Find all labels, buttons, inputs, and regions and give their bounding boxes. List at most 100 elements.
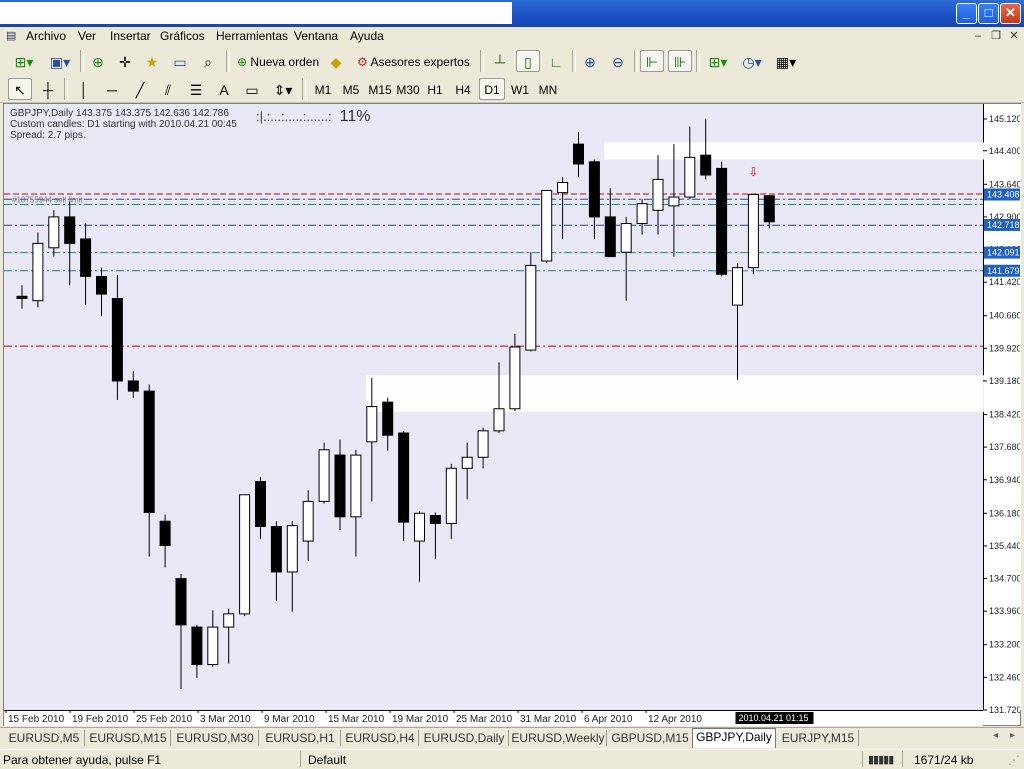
time-tick-label: 19 Mar 2010 xyxy=(392,714,449,725)
chart-window[interactable]: #10755944 sell limit ⇩ 145.120 144.400 143.6… xyxy=(3,103,1021,726)
menu-archivo[interactable]: Archivo xyxy=(26,29,66,43)
fibonacci-icon[interactable]: ☰ xyxy=(184,78,208,100)
tab-eurusd-m5[interactable]: EURUSD,M5 xyxy=(4,730,85,746)
tab-eurusd-h1[interactable]: EURUSD,H1 xyxy=(260,730,341,746)
timeframe-h4[interactable]: H4 xyxy=(450,78,476,100)
expert-advisors-button[interactable]: ⚙ Asesores expertos xyxy=(352,50,474,72)
mdi-restore-icon[interactable]: ❐ xyxy=(988,29,1004,43)
profiles-icon[interactable]: ▣▾ xyxy=(44,50,76,72)
metaeditor-icon[interactable]: ◆ xyxy=(324,50,348,72)
market-watch-icon[interactable]: ⊕ xyxy=(86,50,110,72)
timeframe-m5[interactable]: M5 xyxy=(338,78,364,100)
arrows-icon[interactable]: ⇕▾ xyxy=(268,78,298,100)
equidistant-channel-icon[interactable]: ⫽ xyxy=(156,78,180,100)
menu-ventana[interactable]: Ventana xyxy=(294,29,338,43)
close-button[interactable]: ✕ xyxy=(1000,3,1021,24)
candle-body xyxy=(143,390,155,513)
tab-eurusd-m30[interactable]: EURUSD,M30 xyxy=(172,730,259,746)
timeframe-m1[interactable]: M1 xyxy=(310,78,336,100)
timeframe-d1[interactable]: D1 xyxy=(479,78,505,100)
resize-grip-icon[interactable]: ⋰ xyxy=(1008,753,1020,767)
candle-body xyxy=(80,238,92,277)
tab-eurusd-weekly[interactable]: EURUSD,Weekly xyxy=(510,730,607,746)
supply-demand-zone xyxy=(365,375,986,412)
title-bar: _ □ ✕ xyxy=(0,0,1024,27)
price-tick-label: 139.920 xyxy=(989,343,1020,353)
price-tag-label: 141.679 xyxy=(987,266,1020,276)
price-tick-label: 137.680 xyxy=(989,442,1020,452)
menu-graficos[interactable]: Gráficos xyxy=(160,29,205,43)
data-window-icon[interactable]: ✛ xyxy=(113,50,137,72)
horizontal-line-icon[interactable]: ─ xyxy=(100,78,124,100)
tab-eurusd-m15[interactable]: EURUSD,M15 xyxy=(86,730,171,746)
candlestick-chart[interactable]: #10755944 sell limit ⇩ 145.120 144.400 143.6… xyxy=(4,104,1020,725)
new-order-button[interactable]: ⊕ Nueva orden xyxy=(232,50,322,72)
auto-scroll-icon[interactable]: ⊩ xyxy=(640,50,664,72)
crosshair-time-label: 2010.04.21 01:15 xyxy=(739,713,809,723)
document-icon[interactable]: ▤ xyxy=(6,29,16,42)
candle-body xyxy=(366,406,378,443)
price-tick-label: 140.660 xyxy=(989,311,1020,321)
templates-icon[interactable]: ▦▾ xyxy=(770,50,802,72)
price-tick-label: 138.420 xyxy=(989,409,1020,419)
candle-body xyxy=(461,456,473,469)
drawing-toolbar: ↖ ┼ │ ─ ╱ ⫽ ☰ A ▭ ⇕▾ M1 M5 M15 M30 H1 H4… xyxy=(0,76,1024,103)
strategy-tester-icon[interactable]: ⌕ xyxy=(196,50,220,72)
price-tick-label: 134.700 xyxy=(989,574,1020,584)
timeframe-w1[interactable]: W1 xyxy=(507,78,533,100)
mdi-minimize-icon[interactable]: – xyxy=(970,29,986,43)
cursor-icon[interactable]: ↖ xyxy=(8,78,32,100)
timeframe-mn[interactable]: MN xyxy=(535,78,561,100)
candle-body xyxy=(255,481,266,528)
candle-progress-dots: :|.:...:.....:......: xyxy=(256,109,332,124)
candle-body xyxy=(239,494,251,615)
trendline-icon[interactable]: ╱ xyxy=(128,78,152,100)
zoom-in-icon[interactable]: ⊕ xyxy=(578,50,602,72)
candle-body xyxy=(111,298,123,382)
bar-chart-icon[interactable]: ┴ xyxy=(488,50,512,72)
tab-eurusd-h4[interactable]: EURUSD,H4 xyxy=(342,730,419,746)
candle-body xyxy=(700,154,712,176)
timeframe-m15[interactable]: M15 xyxy=(366,78,394,100)
chart-custom-candles-note: Custom candles: D1 starting with 2010.04… xyxy=(10,119,237,130)
tab-gbpusd-m15[interactable]: GBPUSD,M15 xyxy=(608,730,693,746)
candlesticks-icon[interactable]: ▯ xyxy=(516,50,540,72)
chart-spread: Spread: 2.7 pips. xyxy=(10,130,86,141)
mdi-close-icon[interactable]: ✕ xyxy=(1006,29,1022,43)
navigator-icon[interactable]: ★ xyxy=(140,50,164,72)
text-label-icon[interactable]: ▭ xyxy=(240,78,264,100)
menu-ayuda[interactable]: Ayuda xyxy=(350,29,384,43)
timeframe-h1[interactable]: H1 xyxy=(422,78,448,100)
menu-insertar[interactable]: Insertar xyxy=(110,29,151,43)
crosshair-icon[interactable]: ┼ xyxy=(36,78,60,100)
candle-body xyxy=(763,195,775,223)
tab-eurusd-daily[interactable]: EURUSD,Daily xyxy=(420,730,509,746)
indicators-icon[interactable]: ⊞▾ xyxy=(702,50,734,72)
candle-body xyxy=(429,514,441,524)
price-tick-label: 143.640 xyxy=(989,179,1020,189)
new-chart-icon[interactable]: ⊞▾ xyxy=(8,50,40,72)
menu-bar: ▤ Archivo Ver Insertar Gráficos Herramie… xyxy=(0,27,1024,46)
candle-progress: :|.:...:.....:......: 11% xyxy=(256,108,370,126)
window-title-area xyxy=(0,2,512,24)
tab-scroll-left-icon[interactable]: ◂ xyxy=(993,730,998,741)
maximize-button[interactable]: □ xyxy=(978,3,999,24)
timeframe-m30[interactable]: M30 xyxy=(394,78,422,100)
menu-ver[interactable]: Ver xyxy=(78,29,96,43)
text-tool-icon[interactable]: A xyxy=(212,78,236,100)
menu-herramientas[interactable]: Herramientas xyxy=(216,29,288,43)
zoom-out-icon[interactable]: ⊖ xyxy=(606,50,630,72)
line-chart-icon[interactable]: ∟ xyxy=(544,50,568,72)
candle-body xyxy=(573,143,584,165)
vertical-line-icon[interactable]: │ xyxy=(72,78,96,100)
tab-eurjpy-m15[interactable]: EURJPY,M15 xyxy=(778,730,859,746)
minimize-button[interactable]: _ xyxy=(956,3,977,24)
tab-scroll-right-icon[interactable]: ▸ xyxy=(1010,730,1015,741)
time-tick-label: 25 Feb 2010 xyxy=(136,714,193,725)
chart-shift-icon[interactable]: ⊪ xyxy=(668,50,692,72)
tab-gbpjpy-daily[interactable]: GBPJPY,Daily xyxy=(692,728,776,748)
periods-icon[interactable]: ◷▾ xyxy=(736,50,768,72)
candle-body xyxy=(604,216,616,258)
terminal-icon[interactable]: ▭ xyxy=(168,50,192,72)
price-tick-label: 144.400 xyxy=(989,146,1020,156)
